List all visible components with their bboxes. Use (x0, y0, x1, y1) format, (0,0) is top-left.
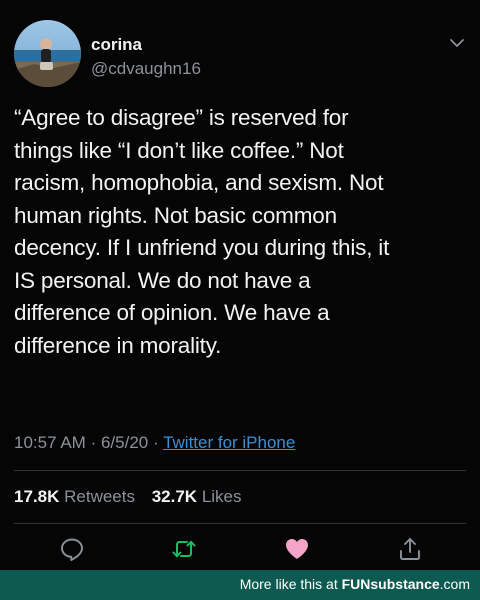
chevron-down-icon[interactable] (448, 34, 466, 52)
tweet-line: “Agree to disagree” is reserved for (14, 105, 349, 130)
avatar[interactable] (14, 20, 81, 87)
tweet-header: corina @cdvaughn16 (14, 20, 466, 90)
tweet-text: “Agree to disagree” is reserved for thin… (14, 102, 466, 362)
watermark-text[interactable]: More like this at FUNsubstance.com (240, 576, 470, 592)
tweet-line: difference in morality. (14, 332, 222, 358)
likes-label[interactable]: Likes (202, 487, 242, 506)
meta-separator: · (152, 433, 159, 452)
tweet-line: human rights. Not basic common (14, 202, 337, 228)
tweet-date[interactable]: 6/5/20 (101, 433, 148, 452)
display-name[interactable]: corina (91, 34, 201, 56)
user-names: corina @cdvaughn16 (91, 34, 201, 80)
tweet-time[interactable]: 10:57 AM (14, 433, 86, 452)
tweet-line: decency. If I unfriend you during this, … (14, 235, 390, 260)
share-icon[interactable] (396, 535, 424, 563)
tweet-line: racism, homophobia, and sexism. Not (14, 170, 384, 195)
watermark-suffix: .com (439, 576, 470, 592)
tweet-actions (0, 535, 480, 567)
avatar-image (14, 20, 81, 87)
tweet-source-link[interactable]: Twitter for iPhone (163, 433, 295, 452)
watermark-footer: More like this at FUNsubstance.com (0, 570, 480, 600)
retweets-count[interactable]: 17.8K (14, 487, 59, 506)
tweet-line: difference of opinion. We have a (14, 300, 330, 325)
retweet-icon[interactable] (170, 535, 198, 563)
tweet-card: corina @cdvaughn16 “Agree to disagree” i… (0, 0, 480, 570)
divider (14, 523, 466, 524)
watermark-brand: FUNsubstance (341, 576, 440, 592)
user-handle[interactable]: @cdvaughn16 (91, 58, 201, 80)
divider (14, 470, 466, 471)
tweet-line: things like “I don’t like coffee.” Not (14, 137, 344, 163)
retweets-label[interactable]: Retweets (64, 487, 135, 506)
tweet-meta: 10:57 AM · 6/5/20 · Twitter for iPhone (14, 432, 295, 454)
heart-icon[interactable] (283, 535, 311, 563)
likes-count[interactable]: 32.7K (152, 487, 197, 506)
watermark-prefix: More like this at (239, 576, 342, 592)
tweet-line: IS personal. We do not have a (14, 267, 311, 293)
tweet-stats: 17.8K Retweets 32.7K Likes (14, 486, 254, 508)
meta-separator: · (90, 433, 97, 452)
reply-icon[interactable] (58, 535, 86, 563)
